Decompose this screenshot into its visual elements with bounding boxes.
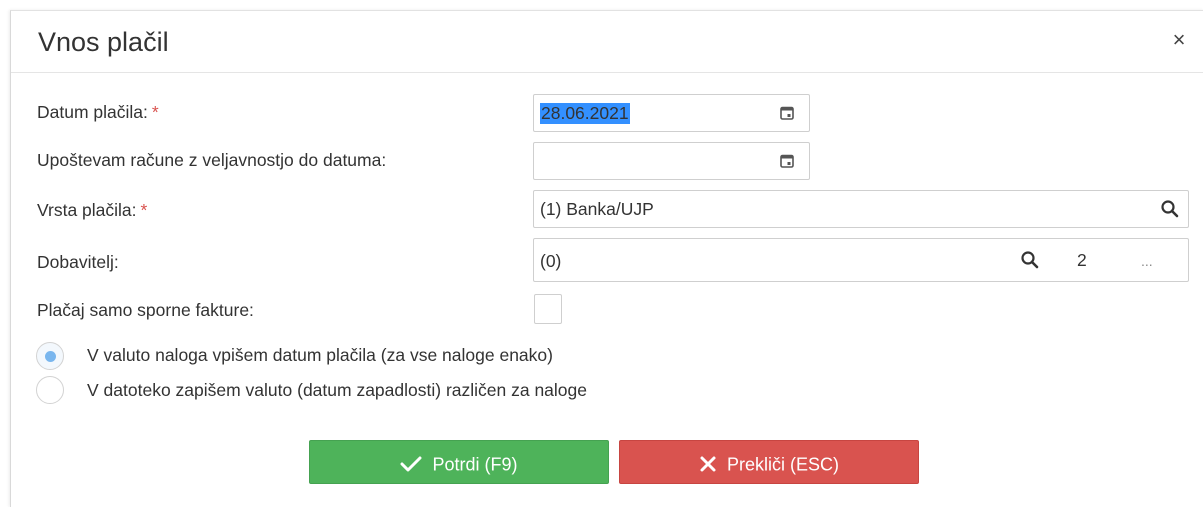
search-icon[interactable] bbox=[1020, 250, 1040, 270]
required-mark: * bbox=[140, 200, 148, 220]
radio-different-date[interactable] bbox=[36, 376, 64, 404]
cancel-button-label: Prekliči (ESC) bbox=[726, 454, 839, 475]
validity-date-input[interactable] bbox=[533, 142, 810, 180]
payment-date-input[interactable]: 28.06.2021 bbox=[533, 94, 810, 132]
x-icon bbox=[700, 456, 716, 472]
supplier-count: 2 bbox=[1077, 250, 1087, 270]
supplier-label: Dobavitelj: bbox=[37, 252, 119, 272]
search-icon[interactable] bbox=[1160, 199, 1180, 219]
dialog-header: Vnos plačil × bbox=[11, 11, 1203, 73]
disputed-only-label: Plačaj samo sporne fakture: bbox=[37, 300, 254, 320]
close-icon[interactable]: × bbox=[1169, 29, 1189, 51]
radio-same-date-label: V valuto naloga vpišem datum plačila (za… bbox=[87, 345, 553, 365]
disputed-only-checkbox[interactable] bbox=[534, 294, 562, 324]
payment-type-label-text: Vrsta plačila: bbox=[37, 200, 137, 220]
confirm-button[interactable]: Potrdi (F9) bbox=[309, 440, 609, 484]
check-icon bbox=[400, 456, 422, 472]
payment-date-label-text: Datum plačila: bbox=[37, 102, 148, 122]
dialog-title: Vnos plačil bbox=[38, 27, 169, 57]
radio-different-date-label: V datoteko zapišem valuto (datum zapadlo… bbox=[87, 380, 587, 400]
payment-entry-dialog: Vnos plačil × Datum plačila: * 28.06.2021… bbox=[10, 10, 1203, 507]
cancel-button[interactable]: Prekliči (ESC) bbox=[619, 440, 919, 484]
radio-same-date[interactable] bbox=[36, 342, 64, 370]
required-mark: * bbox=[151, 102, 159, 122]
validity-date-label: Upoštevam račune z veljavnostjo do datum… bbox=[37, 150, 387, 170]
more-button[interactable]: ... bbox=[1141, 251, 1153, 272]
payment-type-label: Vrsta plačila: * bbox=[37, 199, 147, 221]
payment-date-value: 28.06.2021 bbox=[540, 103, 630, 124]
calendar-icon[interactable] bbox=[779, 153, 795, 169]
calendar-icon[interactable] bbox=[779, 105, 795, 121]
supplier-input[interactable]: (0) 2 ... bbox=[533, 238, 1189, 282]
supplier-value: (0) bbox=[540, 251, 562, 271]
payment-type-value: (1) Banka/UJP bbox=[540, 199, 654, 219]
confirm-button-label: Potrdi (F9) bbox=[432, 454, 518, 475]
payment-type-input[interactable]: (1) Banka/UJP bbox=[533, 190, 1189, 228]
payment-date-label: Datum plačila: * bbox=[37, 101, 159, 123]
